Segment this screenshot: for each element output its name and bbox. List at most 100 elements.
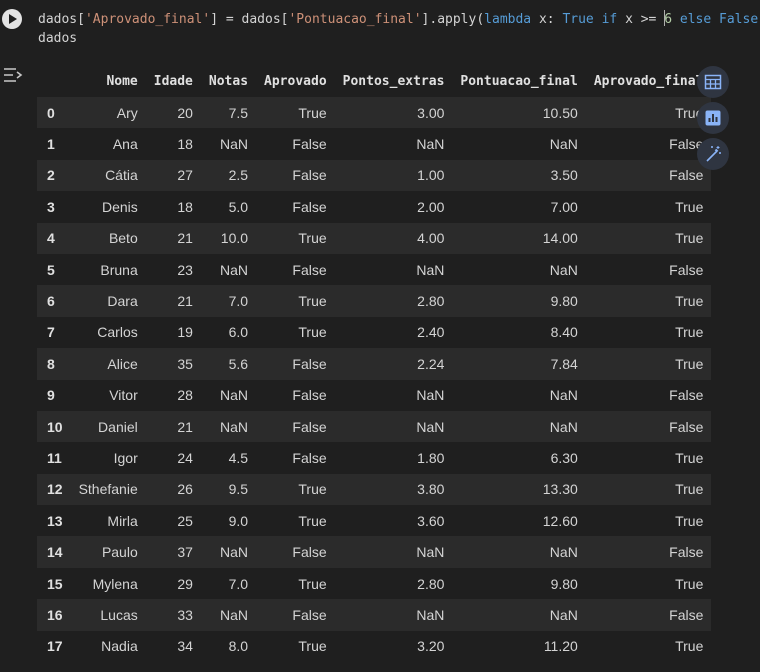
table-cell: 33 [177,606,193,623]
table-cell: Bruna [100,261,138,278]
code-token: ].apply( [421,12,485,27]
code-keyword: else [679,12,712,27]
run-cell-button[interactable] [2,9,22,29]
table-row: 7 Carlos 19 6.0 True 2.40 8.40 True [37,317,711,348]
table-cell: False [292,418,327,435]
table-cell: NaN [220,136,249,153]
table-cell: False [292,606,327,623]
table-cell: 1.80 [417,449,445,466]
table-cell: True [675,449,704,466]
table-cell: 8.0 [228,638,249,655]
table-cell: Igor [113,449,138,466]
table-cell: 24 [177,449,193,466]
table-cell: False [292,449,327,466]
code-editor[interactable]: dados['Aprovado_final'] = dados['Pontuac… [38,10,760,48]
suggest-charts-button[interactable] [697,102,729,134]
output-settings-icon[interactable] [3,66,23,84]
table-cell: Denis [101,198,138,215]
convert-to-table-button[interactable] [697,66,729,98]
column-header: Pontos_extras [342,74,445,89]
table-row: 3 Denis 18 5.0 False 2.00 7.00 True [37,191,711,222]
code-string: 'Aprovado_final' [84,12,211,27]
table-row: 9 Vitor 28 NaN False NaN NaN False [37,380,711,411]
table-cell: 7.0 [228,575,249,592]
table-header-row: Nome Idade Notas Aprovado Pontos_extras Pontu… [37,66,711,97]
row-index: 12 [47,481,63,498]
row-index: 17 [47,638,63,655]
table-cell: True [675,355,704,372]
table-cell: NaN [549,136,578,153]
table-row: 6 Dara 21 7.0 True 2.80 9.80 True [37,285,712,317]
column-header: Nome [106,74,138,89]
table-cell: 21 [177,293,193,310]
table-cell: True [675,104,704,121]
table-cell: NaN [220,418,249,435]
table-cell: Vitor [109,387,138,404]
generate-code-button[interactable] [697,138,729,170]
table-cell: Mylena [92,575,138,592]
table-cell: False [292,387,327,404]
table-cell: False [669,261,704,278]
row-index: 0 [47,104,55,121]
table-cell: 2.80 [417,575,445,592]
table-cell: 4.00 [417,230,445,247]
code-keyword: True [562,12,594,27]
table-body: 0 Ary 20 7.5 True 3.00 10.50 True 1 Ana 18 NaN False… [37,97,712,662]
table-cell: 34 [177,638,193,655]
table-cell: 37 [177,544,193,561]
table-cell: 3.60 [417,512,445,529]
code-keyword: if [601,12,618,27]
table-cell: 2.80 [417,293,445,310]
table-cell: True [675,198,704,215]
table-cell: True [298,104,327,121]
table-cell: Paulo [101,544,138,561]
table-cell: True [675,324,704,341]
table-cell: 9.5 [228,481,249,498]
table-cell: NaN [416,261,445,278]
table-cell: 21 [177,418,193,435]
table-cell: True [298,575,327,592]
table-cell: NaN [549,544,578,561]
table-cell: NaN [220,387,249,404]
table-cell: 6.30 [550,449,578,466]
row-index: 2 [47,167,55,184]
code-token: dados[ [38,12,85,27]
table-cell: 2.5 [228,167,249,184]
row-index: 5 [47,261,55,278]
table-cell: True [298,293,327,310]
table-cell: False [669,544,704,561]
output-actions [697,66,731,174]
table-cell: 9.80 [550,575,578,592]
table-cell: 3.00 [417,104,445,121]
table-cell: 26 [177,481,193,498]
table-cell: NaN [220,544,249,561]
table-cell: 12.60 [542,512,578,529]
table-cell: False [292,198,327,215]
table-cell: False [292,544,327,561]
table-cell: False [669,606,704,623]
code-token: x: [531,12,563,27]
table-cell: 13.30 [542,481,578,498]
bar-chart-icon [704,109,722,127]
row-index: 7 [47,324,55,341]
table-cell: Nadia [101,638,138,655]
table-row: 15 Mylena 29 7.0 True 2.80 9.80 True [37,568,711,599]
table-cell: Ana [112,136,138,153]
table-cell: 2.00 [417,198,445,215]
table-cell: 7.0 [228,293,249,310]
table-cell: NaN [416,418,445,435]
dataframe-table: Nome Idade Notas Aprovado Pontos_extras Pontu… [37,66,712,662]
table-cell: True [298,481,327,498]
table-cell: 29 [177,575,193,592]
column-header: Pontuacao_final [460,74,578,89]
table-icon [704,73,722,91]
table-cell: Alice [107,355,138,372]
table-cell: NaN [416,606,445,623]
table-cell: 18 [177,136,193,153]
table-cell: 3.50 [550,167,578,184]
row-index: 13 [47,512,63,529]
table-cell: 4.5 [228,449,249,466]
code-token: x >= [617,12,665,27]
table-cell: 35 [177,355,193,372]
